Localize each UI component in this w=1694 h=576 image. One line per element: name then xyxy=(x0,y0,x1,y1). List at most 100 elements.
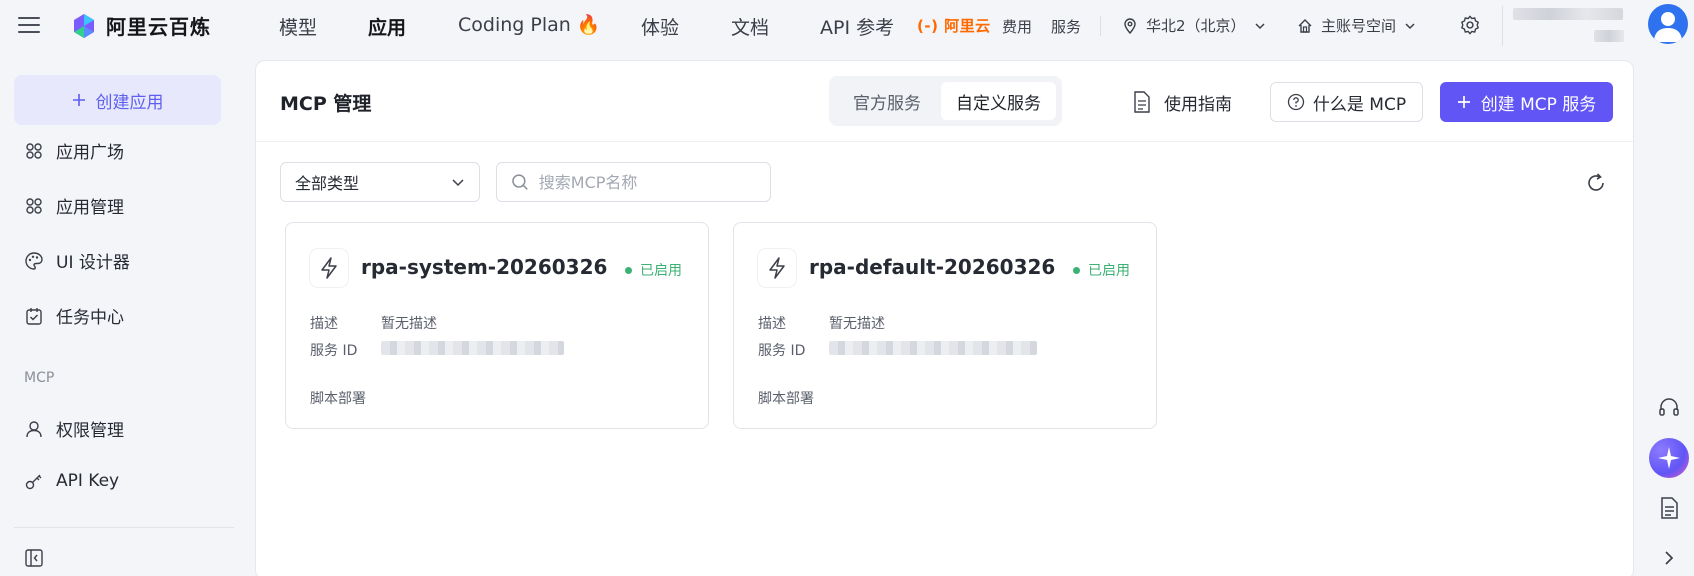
workspace-label: 主账号空间 xyxy=(1321,17,1397,35)
nav-docs[interactable]: 文档 xyxy=(731,13,769,40)
type-filter-value: 全部类型 xyxy=(295,174,360,193)
sidebar-item-app-management[interactable]: 应用管理 xyxy=(24,193,124,218)
brand-logo[interactable]: 阿里云百炼 xyxy=(70,11,211,40)
sidebar-item-task-center[interactable]: 任务中心 xyxy=(24,303,124,328)
nav-api-reference[interactable]: API 参考 xyxy=(820,13,894,40)
region-label: 华北2（北京） xyxy=(1146,17,1246,35)
panel-divider xyxy=(256,141,1633,142)
create-mcp-button[interactable]: 创建 MCP 服务 xyxy=(1440,82,1613,122)
sidebar-item-permissions[interactable]: 权限管理 xyxy=(24,416,124,441)
service-id-redacted xyxy=(829,341,1037,355)
nav-apps[interactable]: 应用 xyxy=(368,13,406,40)
desc-label: 描述 xyxy=(310,316,338,332)
region-selector[interactable]: 华北2（北京） xyxy=(1122,15,1266,36)
help-icon xyxy=(1287,93,1305,111)
chevron-right-icon[interactable] xyxy=(1656,545,1682,571)
tab-custom-services[interactable]: 自定义服务 xyxy=(941,82,1056,120)
nav-fee[interactable]: 费用 xyxy=(1002,16,1032,37)
user-icon xyxy=(26,420,42,437)
desc-value: 暂无描述 xyxy=(381,316,437,332)
location-icon xyxy=(1124,17,1136,34)
nav-divider xyxy=(1502,6,1503,46)
sidebar-item-label: API Key xyxy=(56,471,120,491)
sidebar-item-label: 任务中心 xyxy=(56,308,124,328)
task-icon xyxy=(26,307,42,325)
document-icon xyxy=(1134,91,1150,113)
menu-icon[interactable] xyxy=(18,14,40,36)
desc-value: 暂无描述 xyxy=(829,316,885,332)
service-name: rpa-default-20260326 xyxy=(809,255,1056,279)
chevron-down-icon xyxy=(452,179,464,187)
deploy-type: 脚本部署 xyxy=(758,391,814,407)
sidebar-item-label: 应用广场 xyxy=(56,143,124,163)
lightning-icon xyxy=(758,249,796,287)
aliyun-logo[interactable]: (-) 阿里云 xyxy=(917,15,991,36)
service-id-redacted xyxy=(381,341,564,355)
service-id-label: 服务 ID xyxy=(758,343,806,359)
sidebar-item-label: 应用管理 xyxy=(56,198,124,218)
avatar[interactable] xyxy=(1648,4,1688,44)
sidebar-divider xyxy=(14,527,234,528)
mcp-service-card[interactable]: rpa-system-20260326 已启用 描述 暂无描述 服务 ID 脚本… xyxy=(285,222,709,429)
sidebar-collapse-icon[interactable] xyxy=(24,548,44,568)
lightning-icon xyxy=(310,249,348,287)
tab-official-services[interactable]: 官方服务 xyxy=(835,82,939,120)
logo-icon xyxy=(70,12,98,40)
user-id-redacted xyxy=(1594,30,1624,42)
search-icon xyxy=(512,174,528,190)
chevron-down-icon xyxy=(1255,22,1265,29)
service-type-tabs: 官方服务 自定义服务 xyxy=(829,76,1062,126)
refresh-icon[interactable] xyxy=(1585,172,1607,194)
ai-assistant-icon[interactable] xyxy=(1649,438,1689,478)
status-dot xyxy=(625,266,632,274)
search-box xyxy=(496,162,771,202)
what-is-mcp-button[interactable]: 什么是 MCP xyxy=(1270,82,1423,122)
status-badge: 已启用 xyxy=(1073,260,1130,280)
guide-link[interactable]: 使用指南 xyxy=(1132,81,1232,123)
create-app-button[interactable]: 创建应用 xyxy=(14,75,221,125)
mcp-panel: MCP 管理 官方服务 自定义服务 使用指南 什么是 MCP 创建 MCP 服务… xyxy=(255,60,1634,576)
search-input[interactable] xyxy=(538,172,756,192)
workspace-selector[interactable]: 主账号空间 xyxy=(1297,15,1416,36)
status-badge: 已启用 xyxy=(625,260,682,280)
nav-service[interactable]: 服务 xyxy=(1051,16,1081,37)
mcp-service-card[interactable]: rpa-default-20260326 已启用 描述 暂无描述 服务 ID 脚… xyxy=(733,222,1157,429)
headset-icon[interactable] xyxy=(1656,395,1682,421)
service-name: rpa-system-20260326 xyxy=(361,255,608,279)
key-icon xyxy=(25,474,42,490)
page-title: MCP 管理 xyxy=(280,93,372,115)
type-filter-select[interactable]: 全部类型 xyxy=(280,162,480,202)
grid-icon xyxy=(26,142,42,159)
sidebar-item-app-market[interactable]: 应用广场 xyxy=(24,138,124,163)
status-label: 已启用 xyxy=(1088,263,1130,279)
guide-label: 使用指南 xyxy=(1164,94,1232,115)
chevron-down-icon xyxy=(1405,22,1415,29)
nav-divider xyxy=(1100,16,1101,36)
create-app-label: 创建应用 xyxy=(95,92,164,113)
service-id-label: 服务 ID xyxy=(310,343,358,359)
sidebar-section-mcp: MCP xyxy=(24,370,55,386)
status-dot xyxy=(1073,266,1080,274)
sidebar-item-api-key[interactable]: API Key xyxy=(24,471,119,491)
gear-icon[interactable] xyxy=(1459,14,1481,36)
user-name-redacted xyxy=(1513,8,1623,20)
home-icon xyxy=(1298,18,1312,33)
deploy-type: 脚本部署 xyxy=(310,391,366,407)
create-mcp-label: 创建 MCP 服务 xyxy=(1480,94,1597,115)
sidebar-item-label: 权限管理 xyxy=(56,421,124,441)
desc-label: 描述 xyxy=(758,316,786,332)
what-is-mcp-label: 什么是 MCP xyxy=(1312,94,1407,115)
sidebar-item-ui-designer[interactable]: UI 设计器 xyxy=(24,248,130,273)
nav-experience[interactable]: 体验 xyxy=(641,13,679,40)
status-label: 已启用 xyxy=(640,263,682,279)
nav-coding-plan-label: Coding Plan xyxy=(458,14,571,36)
top-nav: 阿里云百炼 模型 应用 Coding Plan 🔥 体验 文档 API 参考 (… xyxy=(0,0,1694,52)
plus-icon xyxy=(1457,96,1470,108)
sidebar: 创建应用 应用广场 应用管理 UI 设计器 任务中心 MCP 权限管理 API … xyxy=(0,56,252,576)
nav-coding-plan[interactable]: Coding Plan 🔥 xyxy=(458,13,601,36)
nav-models[interactable]: 模型 xyxy=(279,13,317,40)
plus-icon xyxy=(72,94,85,106)
document-icon[interactable] xyxy=(1656,495,1682,521)
sidebar-item-label: UI 设计器 xyxy=(56,253,130,273)
palette-icon xyxy=(25,251,43,270)
